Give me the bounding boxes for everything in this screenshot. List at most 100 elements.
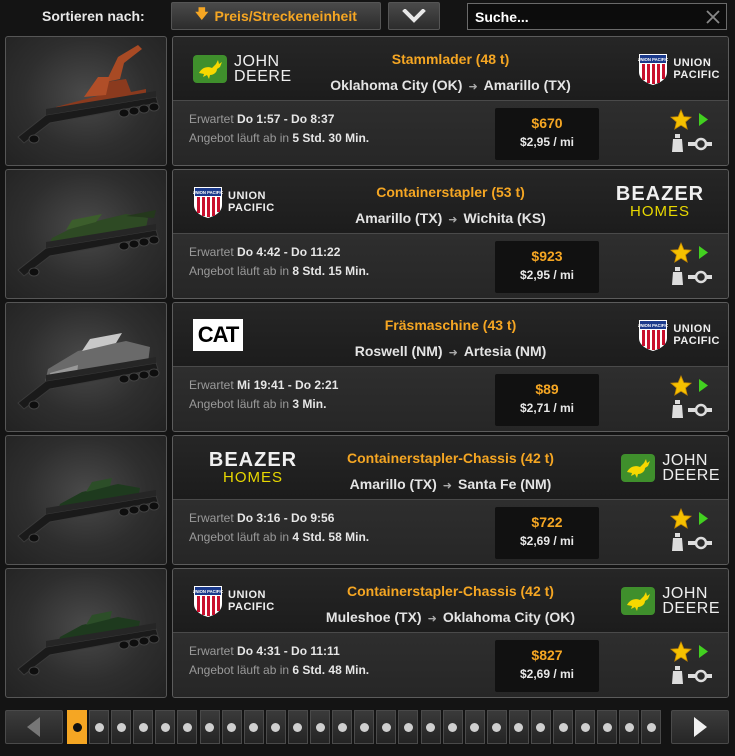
- job-card-details: Erwartet Mi 19:41 - Do 2:21 Angebot läuf…: [173, 367, 728, 431]
- offer-expires: Angebot läuft ab in 3 Min.: [189, 397, 326, 411]
- payment-rate: $2,95 / mi: [519, 268, 575, 282]
- cargo-name: Containerstapler (53 t): [376, 184, 525, 200]
- job-row[interactable]: BEAZER HOMES Containerstapler-Chassis (42…: [5, 435, 729, 565]
- expected-time: Erwartet Mi 19:41 - Do 2:21: [189, 378, 338, 392]
- page-dot-circle-icon: [337, 722, 347, 732]
- job-row[interactable]: CAT Fräsmaschine (43 t) Roswell (NM) ➜ Art…: [5, 302, 729, 432]
- cargo-trailer-image: [5, 302, 167, 432]
- page-dot[interactable]: [133, 710, 154, 744]
- page-dot[interactable]: [265, 710, 286, 744]
- weight-icon: [672, 533, 683, 551]
- star-icon: [670, 108, 692, 130]
- union-pacific-shield-icon: UNION PACIFIC: [638, 54, 668, 85]
- page-dot-circle-icon: [558, 722, 568, 732]
- page-dot-circle-icon: [580, 722, 590, 732]
- union-pacific-shield-icon: UNION PACIFIC: [193, 586, 223, 617]
- clear-search-icon[interactable]: [700, 4, 726, 30]
- page-dot-circle-icon: [492, 722, 502, 732]
- page-dot[interactable]: [486, 710, 507, 744]
- route-arrow-icon: ➜: [427, 613, 437, 625]
- john-deere-logo: JOHN DEERE: [621, 453, 720, 484]
- union-pacific-shield-icon: UNION PACIFIC: [638, 320, 668, 351]
- page-dot[interactable]: [553, 710, 574, 744]
- cargo-trailer-image: [5, 568, 167, 698]
- trailer-hitch-icon: [688, 669, 712, 683]
- play-icon[interactable]: [699, 645, 708, 658]
- job-icons: [668, 374, 714, 426]
- page-dot[interactable]: [420, 710, 441, 744]
- play-icon[interactable]: [699, 512, 708, 525]
- page-dot[interactable]: [530, 710, 551, 744]
- target-company-logo: UNION PACIFIC UNION PACIFIC: [600, 43, 720, 95]
- page-dot[interactable]: [221, 710, 242, 744]
- page-dot[interactable]: [155, 710, 176, 744]
- search-input[interactable]: [468, 8, 700, 25]
- payment-amount: $670: [531, 115, 563, 131]
- page-dot-circle-icon: [72, 722, 82, 732]
- page-dot[interactable]: [575, 710, 596, 744]
- cargo-name: Containerstapler-Chassis (42 t): [347, 583, 554, 599]
- payment-box: $722 $2,69 / mi: [495, 507, 599, 559]
- union-pacific-logo: UNION PACIFIC UNION PACIFIC: [638, 318, 720, 352]
- play-icon[interactable]: [699, 113, 708, 126]
- page-dot[interactable]: [89, 710, 110, 744]
- page-dot[interactable]: [508, 710, 529, 744]
- job-row[interactable]: JOHN DEERE Stammlader (48 t) Oklahoma Cit…: [5, 36, 729, 166]
- weight-icon: [672, 666, 683, 684]
- page-dot[interactable]: [464, 710, 485, 744]
- expected-time: Erwartet Do 4:42 - Do 11:22: [189, 245, 340, 259]
- expires-value: 8 Std. 15 Min.: [292, 264, 370, 278]
- route-from: Muleshoe (TX): [325, 609, 422, 625]
- trailer-hitch-icon: [688, 403, 712, 417]
- page-dot[interactable]: [199, 710, 220, 744]
- page-dot[interactable]: [619, 710, 640, 744]
- expires-value: 3 Min.: [292, 397, 327, 411]
- play-icon[interactable]: [699, 379, 708, 392]
- svg-text:UNION PACIFIC: UNION PACIFIC: [638, 57, 668, 62]
- page-dot-circle-icon: [624, 722, 634, 732]
- page-dot[interactable]: [332, 710, 353, 744]
- sort-toggle-button[interactable]: [388, 2, 440, 30]
- page-dot-circle-icon: [227, 722, 237, 732]
- cargo-trailer-image: [5, 169, 167, 299]
- page-dots: [67, 710, 667, 744]
- page-dot[interactable]: [354, 710, 375, 744]
- play-icon[interactable]: [699, 246, 708, 259]
- next-page-button[interactable]: [671, 710, 729, 744]
- sort-dropdown[interactable]: 🡇 Preis/Streckeneinheit: [171, 2, 381, 30]
- page-dot[interactable]: [243, 710, 264, 744]
- page-dot[interactable]: [111, 710, 132, 744]
- route: Amarillo (TX) ➜ Wichita (KS): [273, 210, 628, 226]
- page-dot[interactable]: [67, 710, 87, 744]
- star-icon: [670, 374, 692, 396]
- route: Roswell (NM) ➜ Artesia (NM): [273, 343, 628, 359]
- job-row[interactable]: UNION PACIFIC UNION PACIFIC Containerstapl…: [5, 169, 729, 299]
- page-dot[interactable]: [376, 710, 397, 744]
- expected-value: Do 4:31 - Do 11:11: [237, 644, 340, 658]
- page-dot[interactable]: [310, 710, 331, 744]
- previous-page-button[interactable]: [5, 710, 63, 744]
- page-dot-circle-icon: [403, 722, 413, 732]
- page-dot[interactable]: [287, 710, 308, 744]
- page-dot[interactable]: [398, 710, 419, 744]
- svg-text:UNION PACIFIC: UNION PACIFIC: [638, 323, 668, 328]
- payment-box: $89 $2,71 / mi: [495, 374, 599, 426]
- page-dot[interactable]: [177, 710, 198, 744]
- target-company-logo: JOHN DEERE: [600, 575, 720, 627]
- job-card: UNION PACIFIC UNION PACIFIC Containerstapl…: [172, 568, 729, 698]
- page-dot-circle-icon: [359, 722, 369, 732]
- trailer-hitch-icon: [688, 270, 712, 284]
- payment-box: $923 $2,95 / mi: [495, 241, 599, 293]
- arrow-left-icon: [27, 717, 40, 737]
- expected-value: Mi 19:41 - Do 2:21: [237, 378, 339, 392]
- page-dot[interactable]: [442, 710, 463, 744]
- page-dot[interactable]: [597, 710, 618, 744]
- offer-expires: Angebot läuft ab in 6 Std. 48 Min.: [189, 663, 369, 677]
- expires-label: Angebot läuft ab in: [189, 264, 290, 278]
- route-from: Amarillo (TX): [349, 476, 437, 492]
- job-row[interactable]: UNION PACIFIC UNION PACIFIC Containerstapl…: [5, 568, 729, 698]
- job-card: BEAZER HOMES Containerstapler-Chassis (42…: [172, 435, 729, 565]
- page-dot[interactable]: [641, 710, 662, 744]
- expires-label: Angebot läuft ab in: [189, 131, 290, 145]
- weight-icon: [672, 267, 683, 285]
